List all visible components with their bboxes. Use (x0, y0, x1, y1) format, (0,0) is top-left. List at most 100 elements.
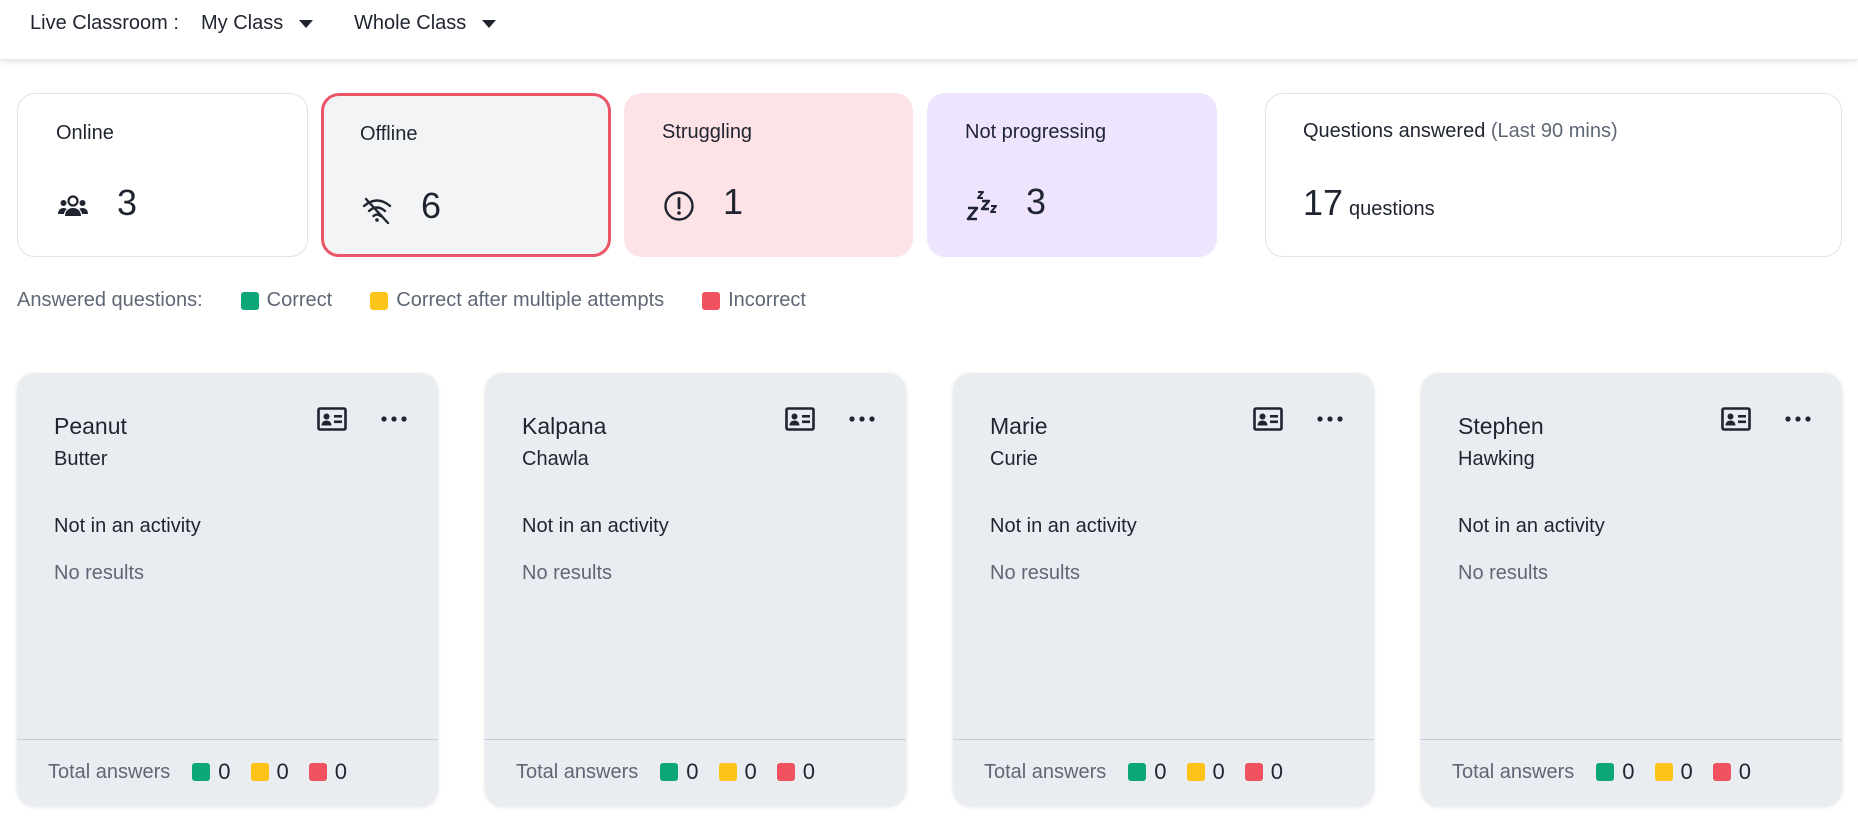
id-card-icon[interactable] (785, 407, 815, 431)
more-options-icon[interactable] (847, 407, 877, 431)
multi-attempt-swatch (370, 291, 389, 310)
student-last-name: Butter (54, 448, 108, 470)
legend-incorrect-label: Incorrect (728, 289, 806, 311)
multi-attempt-count-value: 0 (744, 759, 757, 784)
incorrect-swatch (1244, 763, 1263, 781)
questions-answered-count: 17 (1303, 182, 1344, 223)
student-card[interactable]: Peanut Butter Not in an activity No resu… (17, 373, 438, 806)
struggling-title: Struggling (662, 121, 753, 143)
incorrect-swatch (308, 763, 327, 781)
card-divider (953, 739, 1374, 740)
id-card-icon[interactable] (1253, 407, 1283, 431)
live-classroom-label: Live Classroom : (30, 12, 179, 34)
questions-answered-unit: questions (1349, 198, 1435, 220)
more-options-icon[interactable] (1783, 407, 1813, 431)
id-card-icon[interactable] (317, 407, 347, 431)
alert-circle-icon (662, 189, 696, 223)
correct-count: 0 (1128, 759, 1167, 785)
class-dropdown[interactable]: My Class (201, 12, 314, 35)
student-activity-status: Not in an activity (54, 515, 201, 537)
questions-answered-title: Questions answered (Last 90 mins) (1303, 120, 1618, 143)
multi-attempt-swatch (1186, 763, 1205, 781)
multi-attempt-count: 0 (1654, 759, 1693, 785)
incorrect-count: 0 (308, 759, 347, 785)
student-first-name: Peanut (54, 413, 127, 439)
card-footer: Total answers 0 0 0 (984, 759, 1303, 785)
wifi-off-icon (360, 193, 394, 227)
incorrect-swatch (1712, 763, 1731, 781)
id-card-icon[interactable] (1721, 407, 1751, 431)
student-card[interactable]: Kalpana Chawla Not in an activity No res… (485, 373, 906, 806)
student-first-name: Marie (990, 413, 1048, 439)
student-last-name: Chawla (522, 448, 589, 470)
student-results: No results (990, 562, 1081, 584)
more-options-icon[interactable] (1315, 407, 1345, 431)
group-dropdown-value: Whole Class (354, 12, 467, 34)
offline-stat-card[interactable]: Offline 6 (321, 93, 611, 257)
student-activity-status: Not in an activity (990, 515, 1137, 537)
people-icon (56, 190, 90, 224)
total-answers-label: Total answers (516, 760, 639, 783)
group-dropdown[interactable]: Whole Class (354, 12, 497, 35)
incorrect-swatch (702, 291, 721, 310)
student-results: No results (1458, 562, 1549, 584)
offline-count: 6 (421, 185, 442, 226)
multi-attempt-count-value: 0 (1680, 759, 1693, 784)
more-options-icon[interactable] (379, 407, 409, 431)
incorrect-swatch (776, 763, 795, 781)
questions-answered-value: 17 questions (1303, 182, 1435, 224)
not-progressing-stat-card[interactable]: Not progressing 3 (927, 93, 1217, 257)
struggling-stat-card[interactable]: Struggling 1 (624, 93, 913, 257)
incorrect-count: 0 (1244, 759, 1283, 785)
not-progressing-title: Not progressing (965, 121, 1107, 143)
student-card[interactable]: Marie Curie Not in an activity No result… (953, 373, 1374, 806)
correct-count: 0 (1596, 759, 1635, 785)
correct-count-value: 0 (218, 759, 231, 784)
correct-swatch (1128, 763, 1147, 781)
top-bar: Live Classroom : My Class Whole Class (0, 0, 1858, 60)
card-footer: Total answers 0 0 0 (48, 759, 367, 785)
legend-correct: Correct (240, 289, 333, 312)
not-progressing-count: 3 (1026, 181, 1047, 222)
card-footer: Total answers 0 0 0 (516, 759, 835, 785)
correct-count: 0 (192, 759, 231, 785)
answer-legend: Answered questions: Correct Correct afte… (17, 289, 806, 312)
total-answers-label: Total answers (984, 760, 1107, 783)
online-title: Online (56, 122, 114, 144)
multi-attempt-count: 0 (718, 759, 757, 785)
total-answers-label: Total answers (1452, 760, 1575, 783)
class-dropdown-value: My Class (201, 12, 284, 34)
questions-answered-period: (Last 90 mins) (1490, 120, 1618, 142)
card-divider (485, 739, 906, 740)
caret-down-icon (482, 19, 497, 28)
online-stat-card[interactable]: Online 3 (17, 93, 308, 257)
student-results: No results (522, 562, 613, 584)
student-first-name: Stephen (1458, 413, 1544, 439)
sleep-icon (965, 189, 999, 223)
student-last-name: Curie (990, 448, 1038, 470)
card-divider (17, 739, 438, 740)
correct-count-value: 0 (686, 759, 699, 784)
student-activity-status: Not in an activity (1458, 515, 1605, 537)
questions-answered-label: Questions answered (1303, 120, 1486, 142)
multi-attempt-swatch (1654, 763, 1673, 781)
correct-count-value: 0 (1154, 759, 1167, 784)
incorrect-count: 0 (1712, 759, 1751, 785)
multi-attempt-count: 0 (1186, 759, 1225, 785)
correct-count-value: 0 (1622, 759, 1635, 784)
student-card[interactable]: Stephen Hawking Not in an activity No re… (1421, 373, 1842, 806)
multi-attempt-count: 0 (250, 759, 289, 785)
multi-attempt-count-value: 0 (1212, 759, 1225, 784)
questions-answered-card: Questions answered (Last 90 mins) 17 ques… (1265, 93, 1842, 257)
student-results: No results (54, 562, 145, 584)
student-activity-status: Not in an activity (522, 515, 669, 537)
struggling-count: 1 (723, 181, 744, 222)
legend-correct-label: Correct (266, 289, 333, 311)
correct-swatch (660, 763, 679, 781)
legend-label: Answered questions: (17, 289, 203, 311)
student-first-name: Kalpana (522, 413, 607, 439)
online-count: 3 (117, 182, 138, 223)
correct-swatch (240, 291, 259, 310)
card-footer: Total answers 0 0 0 (1452, 759, 1771, 785)
legend-multi-attempt: Correct after multiple attempts (370, 289, 664, 312)
